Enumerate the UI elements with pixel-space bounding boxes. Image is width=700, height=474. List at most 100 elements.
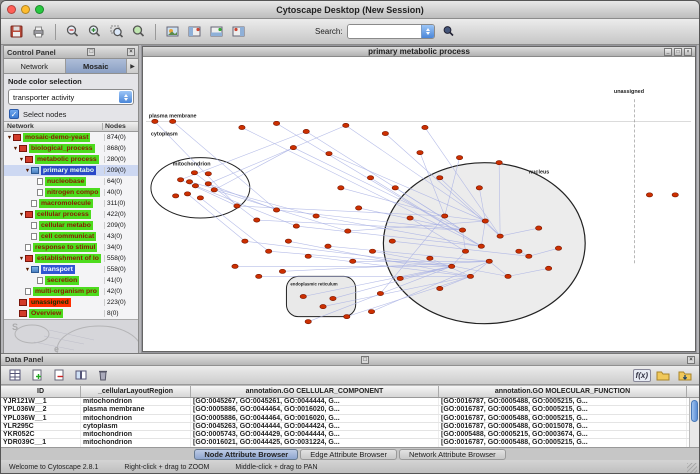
column-settings-button[interactable] (71, 365, 90, 385)
network-node[interactable] (417, 151, 423, 155)
tree-expander-icon[interactable]: ▼ (24, 267, 31, 273)
column-header-id[interactable]: ID (1, 386, 81, 397)
import-table-icon[interactable] (676, 365, 695, 385)
network-node[interactable] (467, 274, 473, 278)
network-node[interactable] (476, 186, 482, 190)
tree-expander-icon[interactable]: ▼ (6, 135, 13, 141)
network-node[interactable] (442, 214, 448, 218)
network-node[interactable] (350, 259, 356, 263)
network-node[interactable] (536, 226, 542, 230)
select-attributes-button[interactable] (5, 365, 24, 385)
network-node[interactable] (205, 172, 211, 176)
network-node[interactable] (290, 146, 296, 150)
delete-attribute-button[interactable] (49, 365, 68, 385)
network-node[interactable] (285, 239, 291, 243)
network-node[interactable] (303, 129, 309, 133)
column-header-cellular-component[interactable]: annotation.GO CELLULAR_COMPONENT (191, 386, 439, 397)
table-row[interactable]: YJR121W__1mitochondrion[GO:0045267, GO:0… (1, 398, 699, 406)
tree-item-cellular-metabo[interactable]: cellular metabo209(0) (4, 220, 138, 231)
network-node[interactable] (377, 292, 383, 296)
select-nodes-checkbox[interactable]: ✓ (9, 109, 19, 119)
tree-item-nucleobase[interactable]: nucleobase64(0) (4, 176, 138, 187)
search-options-icon[interactable] (439, 22, 458, 42)
network-node[interactable] (197, 196, 203, 200)
network-node[interactable] (427, 256, 433, 260)
network-node[interactable] (211, 188, 217, 192)
graphics-details-icon[interactable] (163, 22, 182, 42)
network-node[interactable] (368, 310, 374, 314)
function-builder-button[interactable]: f(x) (633, 369, 651, 382)
network-node[interactable] (545, 266, 551, 270)
network-node[interactable] (184, 192, 190, 196)
network-node[interactable] (478, 244, 484, 248)
network-node[interactable] (646, 193, 652, 197)
table-row[interactable]: YPL036W__2plasma membrane[GO:0005886, GO… (1, 406, 699, 414)
network-node[interactable] (392, 186, 398, 190)
tree-item-mosaic-demo-yeast[interactable]: ▼mosaic-demo-yeast874(0) (4, 132, 138, 143)
network-node[interactable] (293, 224, 299, 228)
column-header-molecular-function[interactable]: annotation.GO MOLECULAR_FUNCTION (439, 386, 687, 397)
network-node[interactable] (326, 152, 332, 156)
save-session-button[interactable] (7, 22, 26, 42)
network-node[interactable] (172, 194, 178, 198)
panel-west-toggle-icon[interactable] (185, 22, 204, 42)
search-dropdown-button[interactable] (421, 25, 434, 38)
frame-minimize-button[interactable]: _ (664, 48, 672, 56)
network-node[interactable] (273, 121, 279, 125)
network-node[interactable] (273, 208, 279, 212)
network-node[interactable] (170, 119, 176, 123)
tree-item-establishment-of-lo[interactable]: ▼establishment of lo558(0) (4, 253, 138, 264)
network-node[interactable] (191, 171, 197, 175)
tab-node-attribute-browser[interactable]: Node Attribute Browser (194, 449, 298, 460)
network-node[interactable] (407, 216, 413, 220)
network-node[interactable] (279, 269, 285, 273)
network-node[interactable] (343, 123, 349, 127)
tree-item-transport[interactable]: ▼transport558(0) (4, 264, 138, 275)
network-canvas[interactable]: plasma membrane cytoplasm mitochondrion … (143, 57, 695, 351)
tree-item-secretion[interactable]: secretion41(0) (4, 275, 138, 286)
tree-network-column[interactable]: Network (4, 123, 102, 130)
network-node[interactable] (422, 125, 428, 129)
tree-item-metabolic-process[interactable]: ▼metabolic process280(0) (4, 154, 138, 165)
network-node[interactable] (497, 234, 503, 238)
tab-network[interactable]: Network (4, 59, 66, 73)
tab-edge-attribute-browser[interactable]: Edge Attribute Browser (300, 449, 397, 460)
create-attribute-button[interactable] (27, 365, 46, 385)
tab-overflow-arrow[interactable]: ▶ (127, 59, 138, 73)
tree-expander-icon[interactable]: ▼ (18, 256, 25, 262)
tree-nodes-column[interactable]: Nodes (102, 123, 138, 130)
network-node[interactable] (355, 206, 361, 210)
print-button[interactable] (29, 22, 48, 42)
column-header-region[interactable]: _cellularLayoutRegion (81, 386, 191, 397)
close-panel-button[interactable]: × (127, 48, 135, 56)
network-node[interactable] (389, 239, 395, 243)
network-node[interactable] (437, 176, 443, 180)
tab-mosaic[interactable]: Mosaic (66, 59, 128, 73)
network-node[interactable] (186, 180, 192, 184)
network-node[interactable] (437, 286, 443, 290)
table-row[interactable]: YPL036W__1mitochondrion[GO:0005886, GO:0… (1, 415, 699, 423)
network-node[interactable] (369, 249, 375, 253)
tree-item-Overview[interactable]: Overview8(0) (4, 308, 138, 319)
table-scrollbar[interactable] (689, 398, 699, 447)
tree-item-response-to-stimul[interactable]: response to stimul34(0) (4, 242, 138, 253)
network-node[interactable] (320, 305, 326, 309)
network-node[interactable] (397, 276, 403, 280)
tree-expander-icon[interactable]: ▼ (18, 157, 25, 163)
network-node[interactable] (367, 176, 373, 180)
tree-item-macromolecule[interactable]: macromolecule311(0) (4, 198, 138, 209)
network-node[interactable] (330, 297, 336, 301)
network-node[interactable] (256, 274, 262, 278)
network-node[interactable] (555, 246, 561, 250)
zoom-in-icon[interactable] (85, 22, 104, 42)
network-node[interactable] (462, 249, 468, 253)
network-node[interactable] (345, 229, 351, 233)
network-node[interactable] (338, 186, 344, 190)
table-row[interactable]: YKR052Cmitochondrion[GO:0005743, GO:0044… (1, 431, 699, 439)
network-node[interactable] (300, 295, 306, 299)
tree-item-multi-organism-pro[interactable]: multi-organism pro42(0) (4, 286, 138, 297)
tree-expander-icon[interactable]: ▼ (24, 168, 31, 174)
panel-east-toggle-icon[interactable] (229, 22, 248, 42)
float-panel-button[interactable]: □ (87, 48, 95, 56)
panel-south-toggle-icon[interactable] (207, 22, 226, 42)
